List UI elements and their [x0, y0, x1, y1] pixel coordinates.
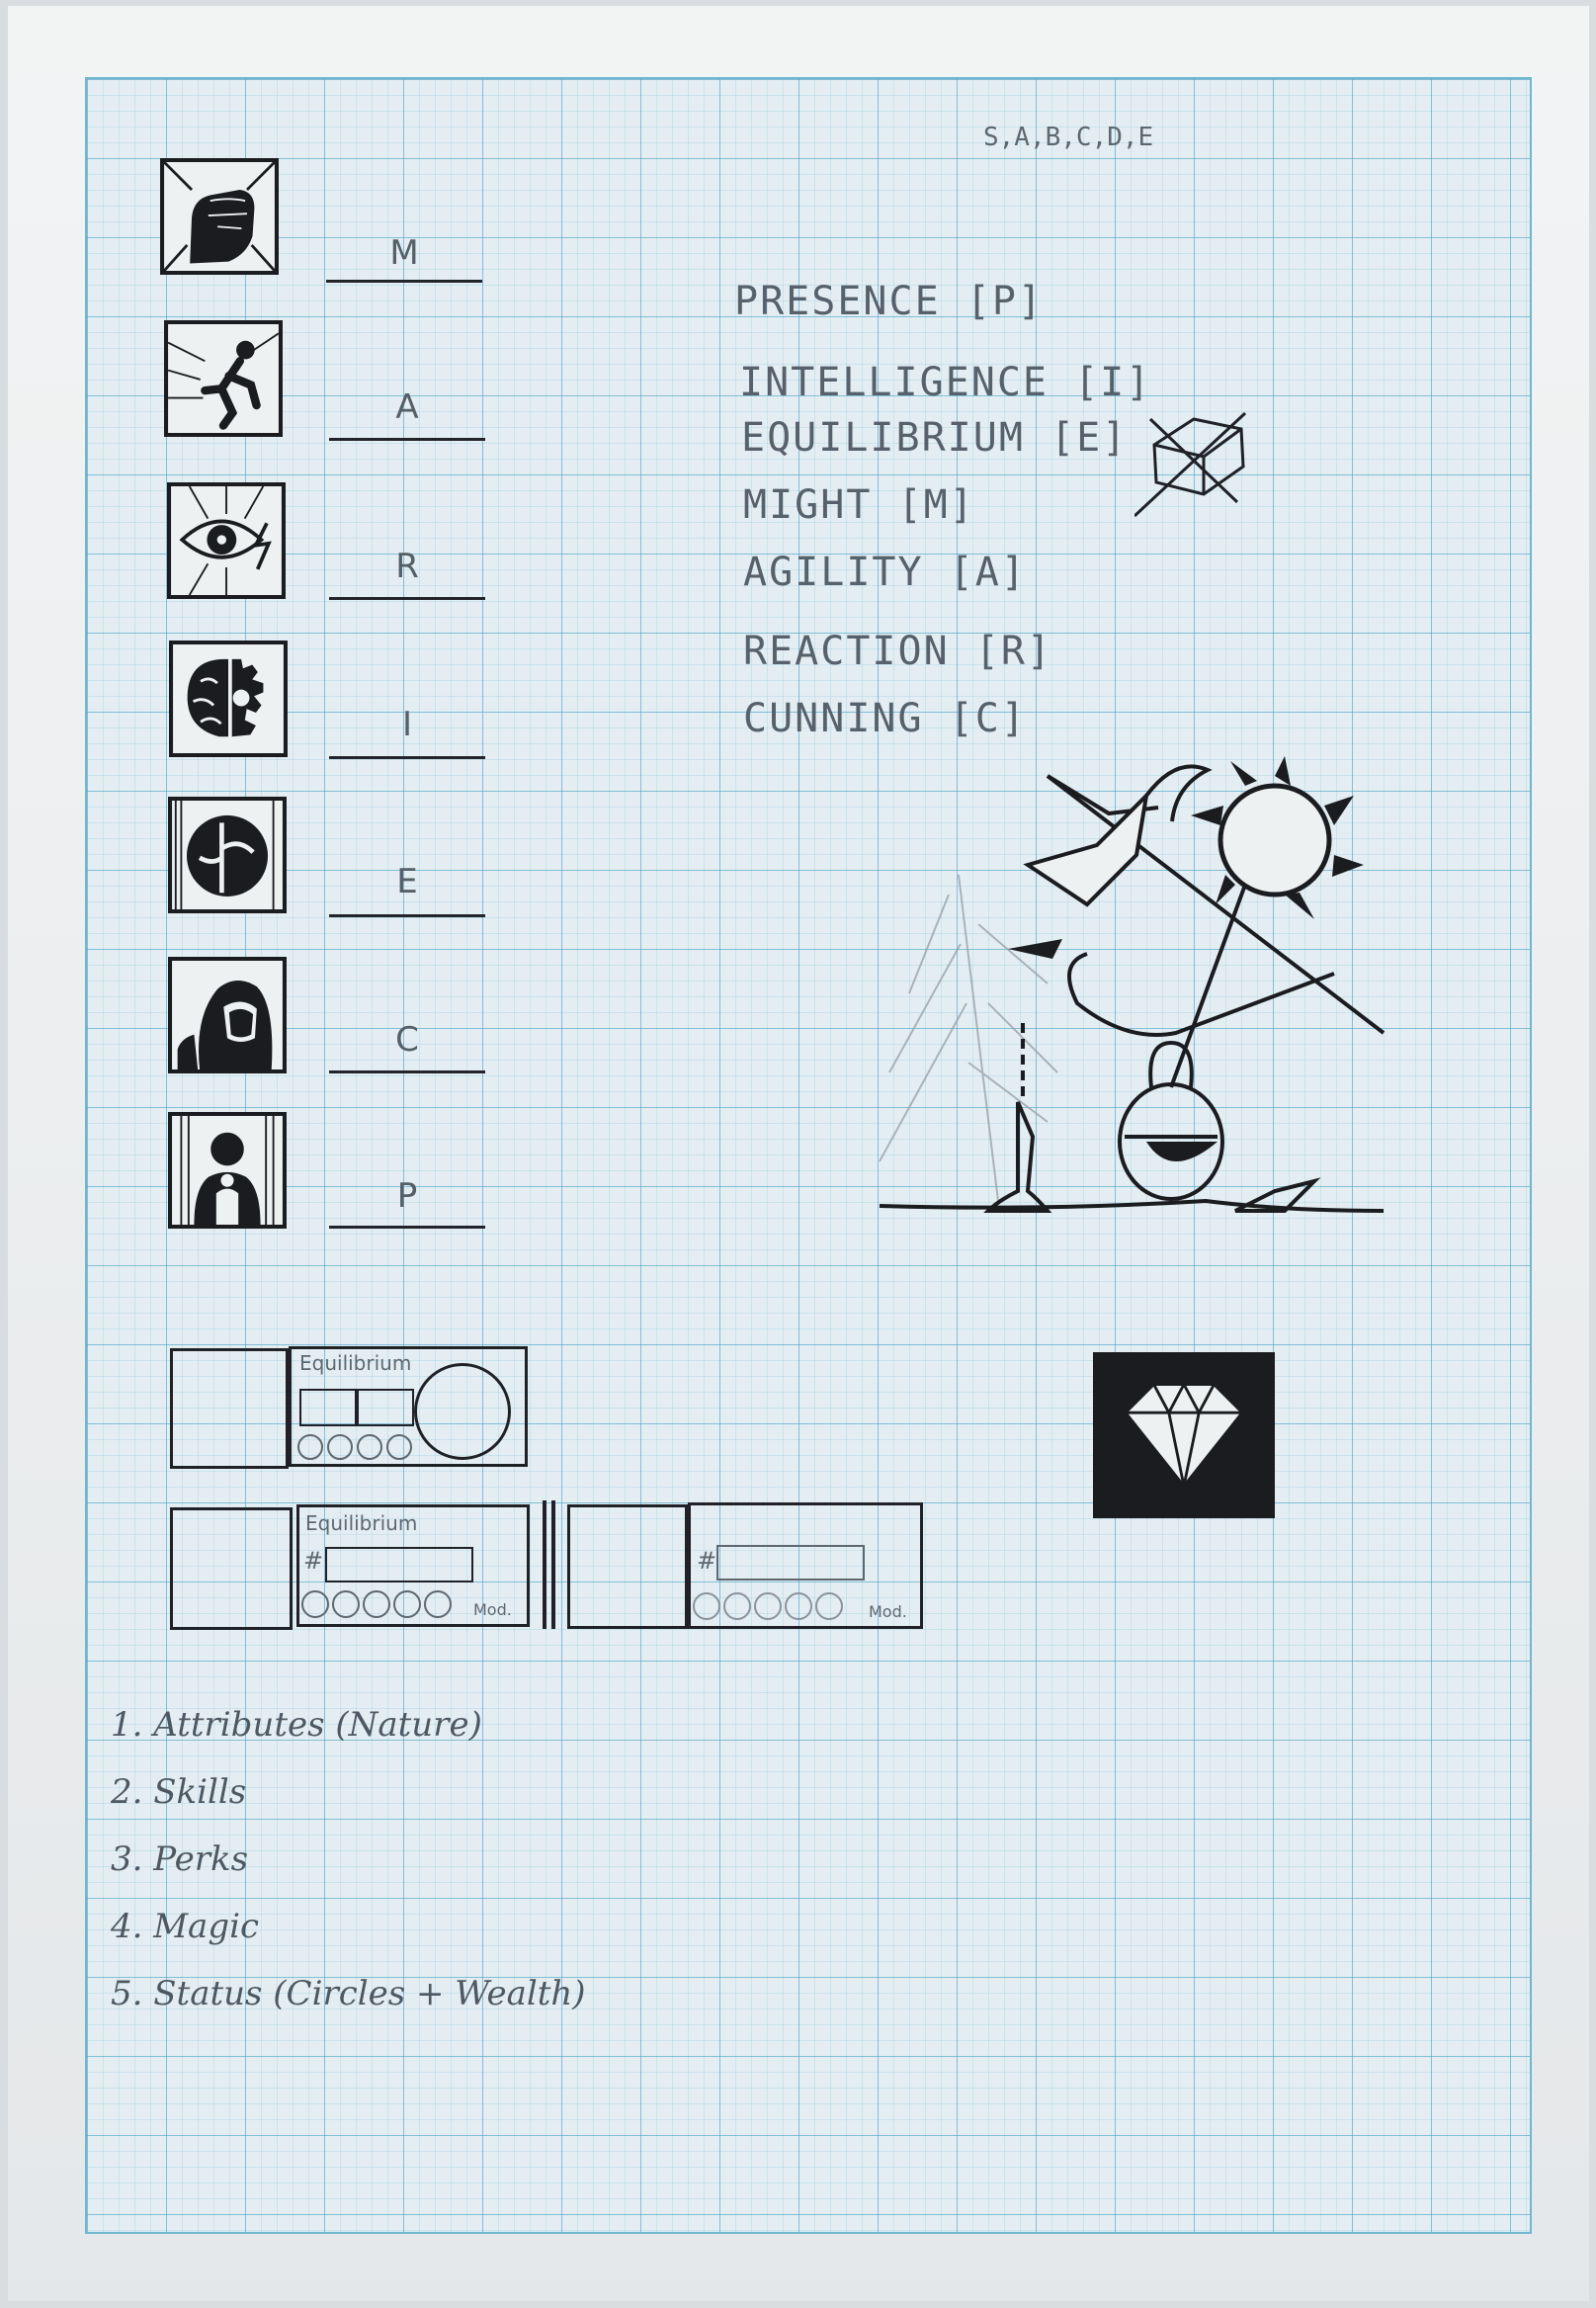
diamond-gem-icon — [1093, 1352, 1275, 1518]
widget-3-value-field[interactable] — [716, 1545, 865, 1581]
widget-2-portrait-box[interactable] — [170, 1507, 293, 1630]
widget-3-pips — [693, 1592, 843, 1620]
attribute-presence: PRESENCE [P] — [734, 279, 1044, 324]
attribute-cunning: CUNNING [C] — [743, 696, 1027, 741]
section-item-status: 5. Status (Circles + Wealth) — [111, 1974, 586, 2013]
attribute-agility: AGILITY [A] — [743, 550, 1027, 595]
widget-3-hash: # — [697, 1547, 717, 1575]
slot-line-r[interactable] — [329, 597, 485, 600]
slot-line-p[interactable] — [329, 1226, 485, 1229]
widget-2-label: Equilibrium — [305, 1511, 418, 1535]
widget-1-panel[interactable]: Equilibrium — [289, 1346, 528, 1467]
brain-gear-icon — [169, 641, 288, 757]
slot-line-m[interactable] — [326, 280, 482, 283]
section-item-skills: 2. Skills — [111, 1772, 247, 1812]
weapons-still-life-drawing — [879, 756, 1386, 1213]
slot-letter-m: M — [389, 233, 419, 273]
widget-1-field-b[interactable] — [357, 1389, 414, 1426]
section-item-perks: 3. Perks — [111, 1839, 249, 1879]
radiant-person-icon — [168, 1112, 287, 1229]
widget-divider-left — [543, 1500, 546, 1629]
balance-symbol-icon — [168, 797, 287, 913]
slot-line-e[interactable] — [329, 914, 485, 917]
slot-line-i[interactable] — [329, 756, 485, 759]
slot-letter-p: P — [396, 1176, 418, 1216]
widget-1-portrait-box[interactable] — [170, 1348, 289, 1469]
widget-2-value-field[interactable] — [325, 1547, 473, 1582]
widget-3-mod-label: Mod. — [869, 1602, 907, 1621]
slot-line-a[interactable] — [329, 438, 485, 441]
slot-letter-r: R — [395, 547, 419, 586]
attribute-equilibrium: EQUILIBRIUM [E] — [741, 415, 1129, 461]
widget-1-field-a[interactable] — [299, 1389, 357, 1426]
widget-3-portrait-box[interactable] — [567, 1504, 688, 1629]
widget-1-circle[interactable] — [414, 1363, 511, 1460]
section-item-magic: 4. Magic — [111, 1907, 260, 1946]
widget-2-hash: # — [303, 1547, 324, 1575]
running-figure-icon — [164, 320, 283, 437]
widget-3-panel[interactable]: # Mod. — [688, 1502, 923, 1629]
slot-letter-c: C — [395, 1020, 419, 1060]
slot-letter-e: E — [396, 862, 418, 901]
widget-2-panel[interactable]: Equilibrium # Mod. — [296, 1504, 530, 1627]
widget-2-pips — [301, 1590, 452, 1618]
slot-letter-i: I — [401, 705, 413, 744]
widget-1-label: Equilibrium — [299, 1351, 412, 1375]
crossed-out-cube-sketch — [1134, 411, 1247, 518]
attribute-reaction: REACTION [R] — [743, 629, 1052, 674]
attribute-might: MIGHT [M] — [743, 482, 975, 528]
widget-2-mod-label: Mod. — [473, 1600, 512, 1619]
hooded-figure-icon — [168, 957, 287, 1073]
eye-lightning-icon — [167, 482, 286, 599]
slot-letter-a: A — [395, 387, 419, 427]
attribute-intelligence: INTELLIGENCE [I] — [739, 360, 1152, 405]
grade-scale-note: S,A,B,C,D,E — [983, 123, 1154, 152]
slot-line-c[interactable] — [329, 1070, 485, 1073]
widget-divider-right — [551, 1500, 555, 1629]
fist-icon — [160, 158, 279, 275]
sections-list: 1. Attributes (Nature) 2. Skills 3. Perk… — [111, 1705, 586, 2041]
section-item-attributes: 1. Attributes (Nature) — [111, 1705, 482, 1745]
widget-1-pips — [297, 1434, 412, 1460]
